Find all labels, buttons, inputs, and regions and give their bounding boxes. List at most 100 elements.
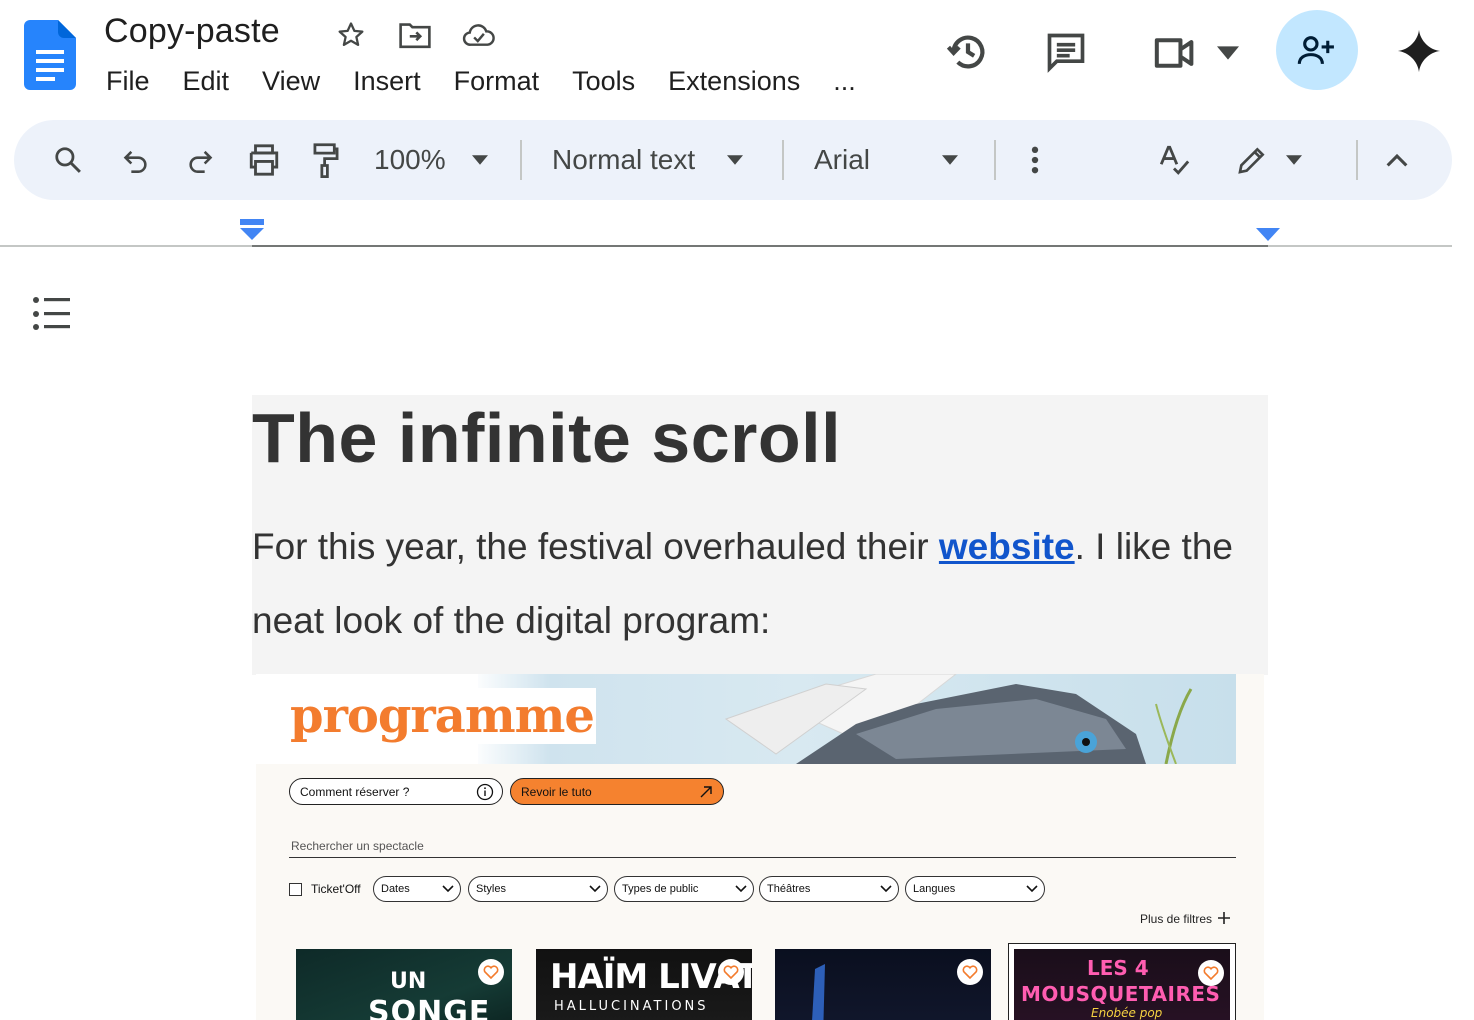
ticketoff-label: Ticket'Off (311, 882, 361, 896)
embedded-program-screenshot[interactable]: programme Comment réserver ? Revoir le t… (256, 674, 1264, 1020)
toolbar-divider (520, 140, 522, 180)
collapse-toolbar-icon[interactable] (1380, 120, 1414, 200)
zoom-value: 100% (374, 144, 446, 175)
show-card-image (812, 964, 825, 1020)
ruler-page-width (252, 245, 1268, 247)
zoom-select[interactable]: 100% (374, 120, 504, 200)
print-icon[interactable] (244, 120, 284, 200)
chevron-down-icon (1026, 885, 1038, 893)
favorite-heart-icon[interactable] (718, 959, 744, 985)
gemini-sparkle-icon[interactable] (1394, 26, 1444, 76)
languages-select-label: Langues (913, 883, 956, 895)
version-history-icon[interactable] (944, 28, 992, 76)
info-icon (476, 783, 494, 801)
show-card-subtitle: Enobée pop (1091, 1006, 1163, 1020)
document-heading[interactable]: The infinite scroll (252, 398, 841, 478)
theatres-select-label: Théâtres (767, 883, 811, 895)
languages-select[interactable]: Langues (905, 876, 1045, 902)
right-indent-marker[interactable] (1256, 228, 1280, 242)
cloud-saved-icon[interactable] (462, 18, 496, 52)
toolbar-divider (782, 140, 784, 180)
menu-tools[interactable]: Tools (572, 64, 635, 98)
meet-button[interactable] (1150, 30, 1240, 76)
more-options-icon[interactable] (1022, 120, 1048, 200)
menu-more[interactable]: ... (833, 64, 856, 98)
formatting-toolbar: 100% Normal text Arial (14, 120, 1452, 200)
replay-tutorial-label: Revoir le tuto (521, 784, 592, 799)
paragraph-style-select[interactable]: Normal text (552, 120, 762, 200)
program-title: programme (288, 688, 596, 744)
chevron-down-icon (735, 885, 747, 893)
toolbar-divider (994, 140, 996, 180)
menu-insert[interactable]: Insert (353, 64, 421, 98)
more-filters-button[interactable]: Plus de filtres (1140, 912, 1231, 926)
left-indent-marker[interactable] (240, 219, 264, 241)
paint-format-icon[interactable] (308, 120, 344, 200)
show-card-title: SONGE (368, 995, 491, 1020)
chevron-down-icon (880, 885, 892, 893)
redo-icon[interactable] (182, 120, 218, 200)
chevron-down-icon (727, 155, 744, 165)
styles-select-label: Styles (476, 883, 506, 895)
how-to-book-label: Comment réserver ? (300, 784, 410, 799)
dates-select[interactable]: Dates (373, 876, 461, 902)
document-paragraph[interactable]: For this year, the festival overhauled t… (252, 510, 1268, 658)
chevron-down-icon (589, 885, 601, 893)
styles-select[interactable]: Styles (468, 876, 608, 902)
editing-mode-button[interactable] (1234, 120, 1304, 200)
chevron-down-icon (1217, 46, 1239, 60)
menu-file[interactable]: File (106, 64, 150, 98)
toolbar-divider (1356, 140, 1358, 180)
show-card[interactable]: UN SONGE (296, 949, 512, 1020)
favorite-heart-icon[interactable] (1198, 960, 1224, 986)
menu-edit[interactable]: Edit (183, 64, 230, 98)
theatres-select[interactable]: Théâtres (759, 876, 899, 902)
dates-select-label: Dates (381, 883, 410, 895)
document-title[interactable]: Copy-paste (104, 12, 280, 51)
replay-tutorial-button[interactable]: Revoir le tuto (510, 778, 724, 805)
chevron-down-icon (1286, 155, 1302, 165)
audience-types-select[interactable]: Types de public (614, 876, 754, 902)
chevron-down-icon (471, 155, 488, 165)
chevron-down-icon (442, 885, 454, 893)
add-person-icon (1297, 36, 1334, 65)
paragraph-text: For this year, the festival overhauled t… (252, 526, 939, 567)
spelling-check-icon[interactable] (1154, 120, 1194, 200)
website-link[interactable]: website (939, 526, 1075, 567)
audience-types-select-label: Types de public (622, 883, 699, 895)
docs-logo-icon[interactable] (24, 20, 76, 90)
menu-format[interactable]: Format (454, 64, 540, 98)
show-card[interactable] (775, 949, 991, 1020)
show-card[interactable]: HAÏM LIVAT HALLUCINATIONS (536, 949, 752, 1020)
font-select[interactable]: Arial (814, 120, 966, 200)
favorite-heart-icon[interactable] (478, 959, 504, 985)
menu-bar: File Edit View Insert Format Tools Exten… (106, 64, 856, 98)
share-button[interactable] (1276, 10, 1358, 90)
more-filters-label: Plus de filtres (1140, 912, 1213, 926)
undo-icon[interactable] (118, 120, 154, 200)
comments-icon[interactable] (1042, 28, 1090, 76)
show-search-input[interactable]: Rechercher un spectacle (291, 839, 424, 853)
video-camera-icon (1154, 38, 1194, 68)
how-to-book-button[interactable]: Comment réserver ? (289, 778, 503, 805)
plus-icon (1218, 912, 1231, 924)
show-card-title: LES 4 (1087, 956, 1149, 980)
show-card-subtitle: HALLUCINATIONS (554, 999, 709, 1014)
star-icon[interactable] (334, 18, 368, 52)
ticketoff-checkbox[interactable] (289, 883, 302, 896)
show-card-title: UN (390, 969, 427, 994)
font-value: Arial (814, 144, 871, 175)
search-underline (289, 857, 1236, 858)
favorite-heart-icon[interactable] (957, 959, 983, 985)
move-folder-icon[interactable] (398, 18, 432, 52)
menu-extensions[interactable]: Extensions (668, 64, 800, 98)
chevron-down-icon (942, 155, 959, 165)
pencil-icon (1238, 147, 1265, 174)
search-icon[interactable] (50, 120, 86, 200)
arrow-up-right-icon (700, 786, 712, 798)
menu-view[interactable]: View (262, 64, 320, 98)
document-outline-icon[interactable] (32, 296, 72, 332)
show-card-selected[interactable]: LES 4 MOUSQUETAIRES Enobée pop (1008, 943, 1236, 1020)
paragraph-style-value: Normal text (552, 144, 696, 175)
show-card-title: MOUSQUETAIRES (1021, 982, 1221, 1006)
